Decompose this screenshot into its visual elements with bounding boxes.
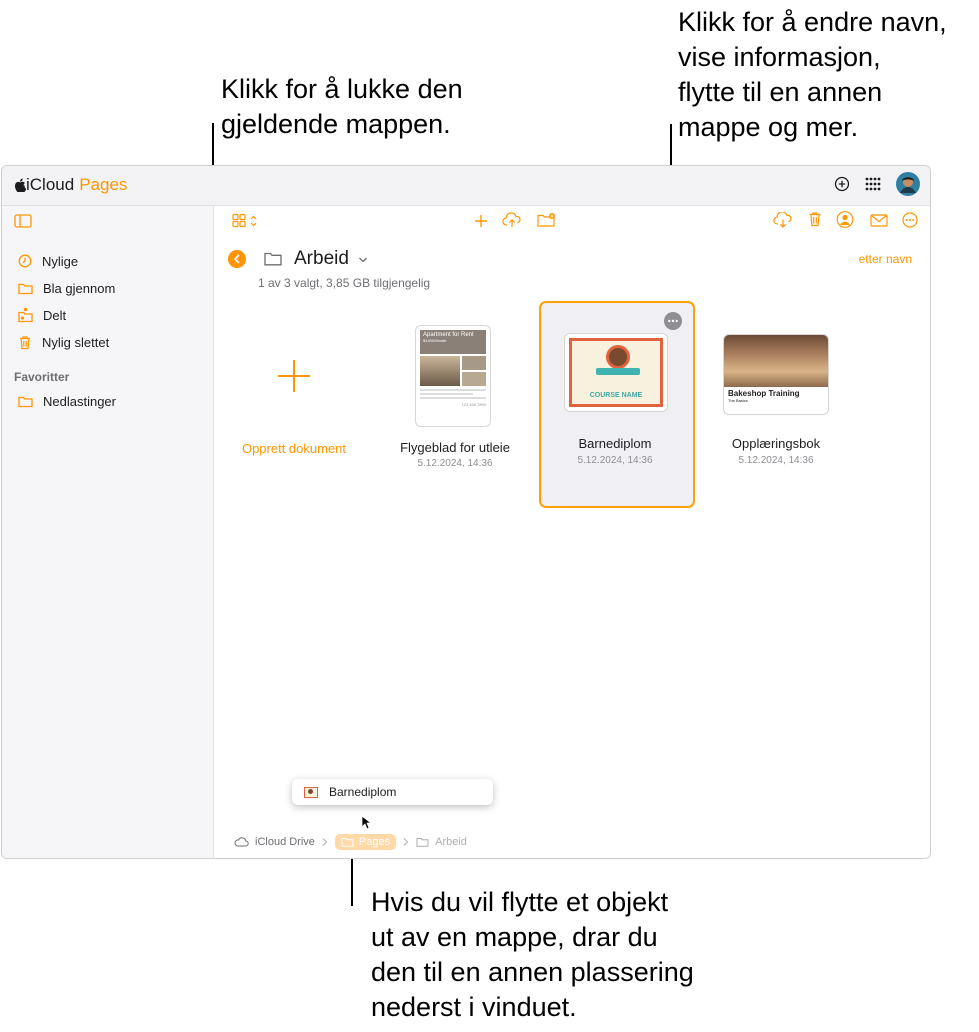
document-thumbnail-flygeblad[interactable]: Apartment for Rent $1400/Month 123 456 7… <box>415 325 491 427</box>
thumb-title: Bakeshop Training <box>728 389 800 398</box>
cloud-icon <box>234 837 249 847</box>
thumb-subtitle: $1400/Month <box>423 338 447 343</box>
upload-icon[interactable] <box>502 212 522 228</box>
folder-icon <box>416 838 429 847</box>
apple-logo-icon <box>14 178 26 192</box>
create-document-label: Opprett dokument <box>241 441 347 456</box>
mail-icon[interactable] <box>870 214 888 227</box>
document-name[interactable]: Barnediplom <box>535 436 695 451</box>
download-icon[interactable] <box>773 212 793 228</box>
sidebar-item-label: Delt <box>43 307 67 323</box>
main-content: Arbeid 1 av 3 valgt, 3,85 GB tilgjengeli… <box>214 206 930 858</box>
icloud-pages-window: iCloud Pages Nylige Bla gjennom Delt Nyl… <box>1 165 931 859</box>
folder-title-text: Arbeid <box>294 248 349 269</box>
breadcrumb-arbeid[interactable]: Arbeid <box>435 836 467 848</box>
thumb-subtitle: The Basics <box>728 398 748 403</box>
sidebar-item-label: Nylig slettet <box>42 334 110 350</box>
close-folder-button[interactable] <box>228 250 246 268</box>
create-document-tile[interactable]: Opprett dokument <box>214 326 374 466</box>
trash-icon <box>20 335 30 349</box>
folder-icon <box>341 838 354 847</box>
thumb-title: COURSE NAME <box>589 392 643 399</box>
sidebar-item-nylig-slettet[interactable]: Nylig slettet <box>18 331 109 353</box>
document-name[interactable]: Flygeblad for utleie <box>375 440 535 455</box>
app-logo: iCloud Pages <box>14 175 127 195</box>
sidebar-item-bla-gjennom[interactable]: Bla gjennom <box>18 277 115 299</box>
breadcrumb-pages[interactable]: Pages <box>334 834 397 850</box>
plus-icon <box>278 360 310 392</box>
app-grid-icon[interactable] <box>864 176 882 192</box>
document-thumbnail-barnediplom[interactable]: COURSE NAME <box>564 333 668 412</box>
shared-folder-icon <box>18 307 33 323</box>
document-date: 5.12.2024, 14:36 <box>577 455 653 466</box>
favorites-heading: Favoritter <box>14 370 70 384</box>
share-people-icon[interactable] <box>836 211 854 228</box>
callout-move-out: Hvis du vil flytte et objekt ut av en ma… <box>371 887 694 1022</box>
thumb-phone: 123 456 7890 <box>461 402 486 407</box>
view-grid-icon[interactable] <box>232 213 260 229</box>
sidebar: Nylige Bla gjennom Delt Nylig slettet Fa… <box>2 206 214 858</box>
breadcrumb-pages-label: Pages <box>358 836 391 848</box>
trash-icon[interactable] <box>808 211 822 227</box>
sidebar-item-nedlastinger[interactable]: Nedlastinger <box>18 390 116 412</box>
document-name[interactable]: Opplæringsbok <box>696 436 856 451</box>
breadcrumb: iCloud Drive Pages Arbeid <box>234 831 467 853</box>
chevron-right-icon <box>403 838 409 846</box>
sidebar-item-label: Bla gjennom <box>43 280 116 296</box>
sidebar-item-label: Nylige <box>42 253 79 269</box>
sidebar-item-label: Nedlastinger <box>43 393 116 409</box>
sidebar-item-delt[interactable]: Delt <box>18 304 66 326</box>
chevron-down-icon <box>359 257 368 263</box>
breadcrumb-icloud-drive[interactable]: iCloud Drive <box>255 836 315 848</box>
logo-icloud-text: iCloud <box>26 175 75 194</box>
more-options-icon[interactable] <box>902 212 918 228</box>
new-folder-icon[interactable] <box>537 212 557 228</box>
cursor-icon <box>361 815 371 830</box>
chevron-right-icon <box>322 838 328 846</box>
avatar[interactable] <box>896 172 920 196</box>
clock-icon <box>18 254 32 268</box>
sort-button[interactable]: etter navn <box>859 252 912 266</box>
folder-icon <box>18 283 33 294</box>
document-thumbnail-opplaeringsbok[interactable]: Bakeshop Training The Basics <box>723 334 829 415</box>
more-options-button[interactable] <box>664 312 682 330</box>
top-bar: iCloud Pages <box>2 166 930 206</box>
document-mini-thumbnail <box>304 786 318 798</box>
document-date: 5.12.2024, 14:36 <box>738 455 814 466</box>
folder-icon <box>18 396 33 407</box>
logo-pages-text: Pages <box>79 175 128 194</box>
sidebar-toggle-icon[interactable] <box>14 214 32 228</box>
folder-status: 1 av 3 valgt, 3,85 GB tilgjengelig <box>258 276 431 290</box>
folder-title[interactable]: Arbeid <box>294 248 368 270</box>
new-document-icon[interactable] <box>474 214 488 228</box>
drag-preview: Barnediplom <box>292 779 493 805</box>
callout-more-options: Klikk for å endre navn, vise informasjon… <box>678 7 947 142</box>
drag-preview-label: Barnediplom <box>329 785 397 799</box>
add-circle-icon[interactable] <box>834 176 850 192</box>
document-date: 5.12.2024, 14:36 <box>417 458 493 469</box>
sidebar-item-nylige[interactable]: Nylige <box>18 250 78 272</box>
folder-icon <box>264 252 282 266</box>
callout-close-folder: Klikk for å lukke den gjeldende mappen. <box>221 74 463 139</box>
